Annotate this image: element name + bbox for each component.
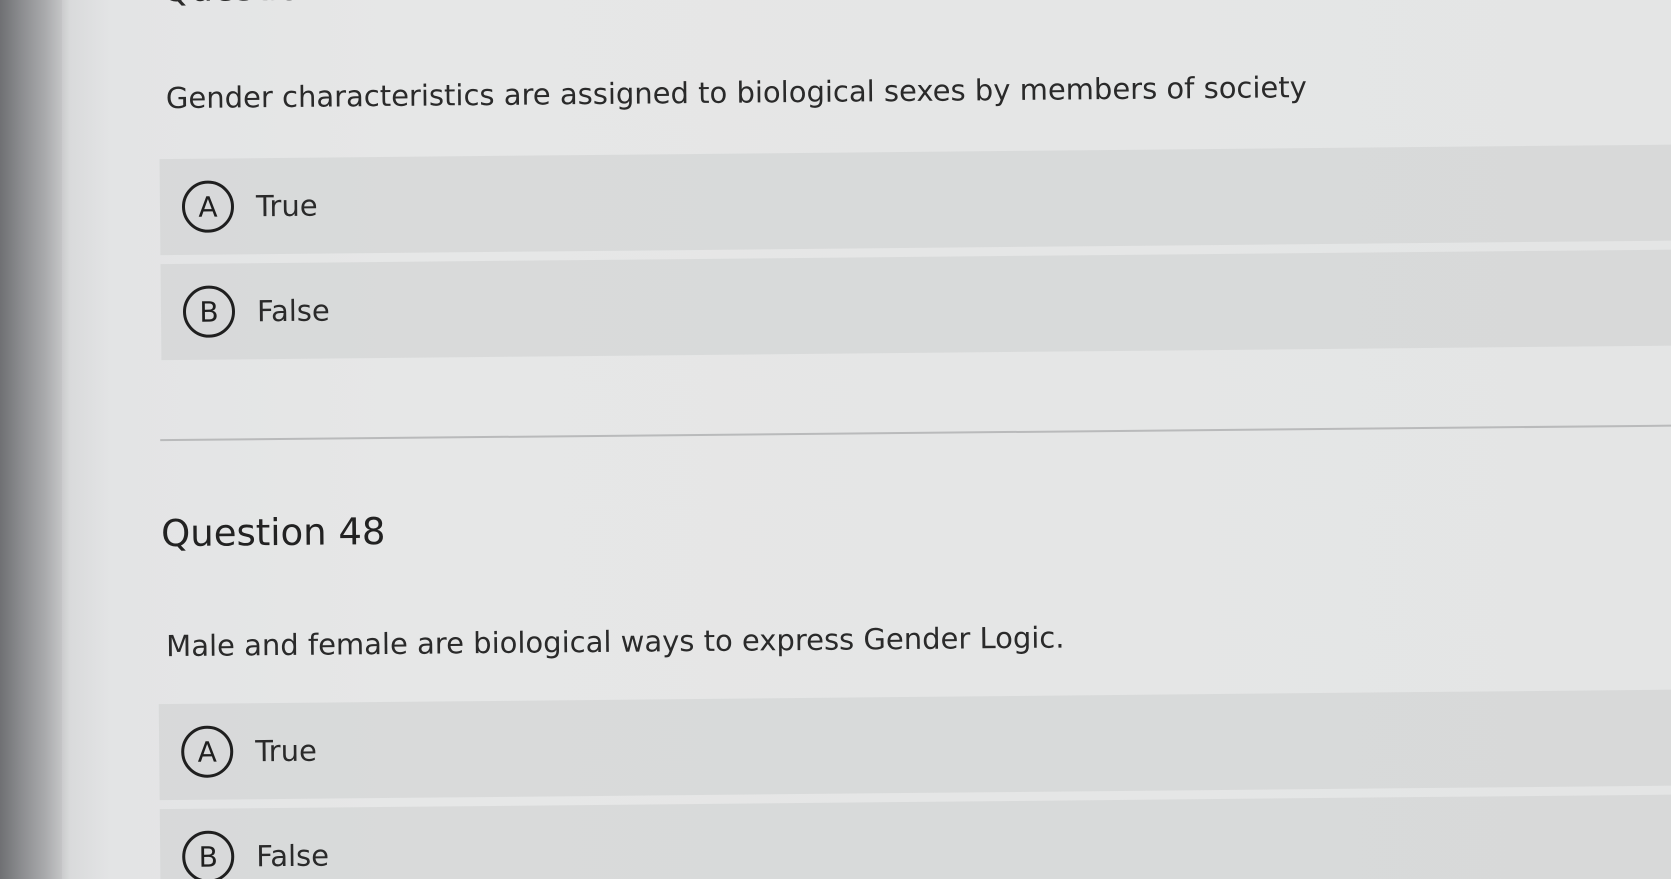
quiz-page: Question 47 Gender characteristics are a… (70, 0, 1671, 879)
question-48-option-a[interactable]: A True (158, 689, 1671, 801)
question-47-option-b[interactable]: B False (160, 249, 1671, 361)
question-47-option-a[interactable]: A True (159, 144, 1671, 256)
option-label: False (256, 838, 330, 874)
question-divider (160, 424, 1671, 442)
question-48-option-b[interactable]: B False (159, 794, 1671, 879)
option-letter-badge: A (181, 180, 235, 233)
option-letter-badge: B (182, 285, 236, 338)
option-label: True (255, 188, 318, 224)
question-48-heading: Question 48 (160, 509, 386, 556)
option-letter-badge: A (180, 725, 234, 778)
question-48-text: Male and female are biological ways to e… (166, 620, 1065, 664)
question-47-text: Gender characteristics are assigned to b… (165, 70, 1308, 116)
option-label: True (255, 733, 317, 769)
monitor-bezel (0, 0, 62, 879)
option-label: False (256, 293, 330, 329)
screen-photo: Question 47 Gender characteristics are a… (0, 0, 1671, 879)
option-letter-badge: B (181, 830, 235, 879)
question-47-heading: Question 47 (162, 0, 381, 10)
